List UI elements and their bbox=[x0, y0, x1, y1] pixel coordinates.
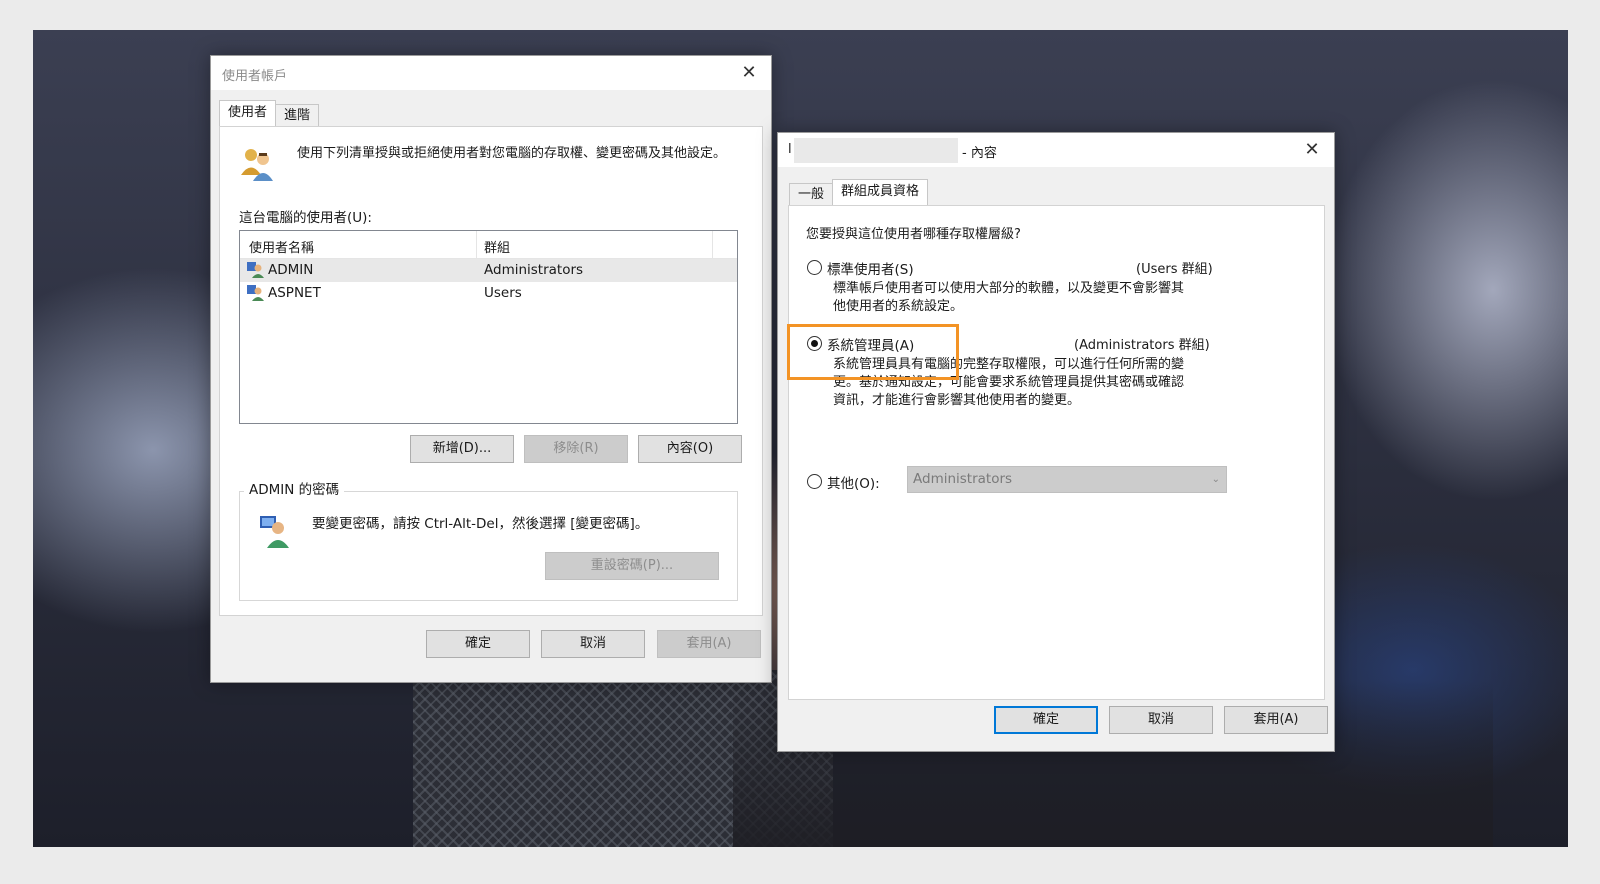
standard-user-radio[interactable] bbox=[807, 260, 822, 275]
close-icon[interactable]: ✕ bbox=[736, 61, 762, 85]
tab-users[interactable]: 使用者 bbox=[219, 100, 277, 126]
column-username[interactable]: 使用者名稱 bbox=[249, 237, 314, 256]
redacted-username bbox=[794, 138, 958, 163]
password-group-title: ADMIN 的密碼 bbox=[244, 478, 345, 498]
users-list-header: 使用者名稱 群組 bbox=[240, 231, 737, 259]
column-group[interactable]: 群組 bbox=[484, 237, 510, 256]
users-list-label: 這台電腦的使用者(U): bbox=[239, 210, 372, 226]
add-user-button[interactable]: 新增(D)... bbox=[410, 435, 514, 463]
dialog-title-suffix: - 內容 bbox=[962, 146, 997, 161]
properties-tabs: 一般 群組成員資格 bbox=[789, 179, 929, 205]
other-group-value: Administrators bbox=[913, 471, 1013, 487]
reset-password-button[interactable]: 重設密碼(P)... bbox=[545, 552, 719, 580]
user-icon bbox=[247, 262, 264, 278]
other-group-select[interactable]: Administrators ⌄ bbox=[907, 466, 1227, 493]
access-level-question: 您要授與這位使用者哪種存取權層級? bbox=[806, 227, 1021, 242]
remove-user-button[interactable]: 移除(R) bbox=[524, 435, 628, 463]
ok-button[interactable]: 確定 bbox=[994, 706, 1098, 734]
users-icon bbox=[241, 149, 273, 181]
properties-button[interactable]: 內容(O) bbox=[638, 435, 742, 463]
password-help-text: 要變更密碼，請按 Ctrl-Alt-Del，然後選擇 [變更密碼]。 bbox=[312, 516, 649, 532]
properties-titlebar: l - 內容 ✕ bbox=[778, 133, 1334, 167]
administrator-group: (Administrators 群組) bbox=[1074, 338, 1210, 353]
dialog-title-prefix: l bbox=[788, 142, 792, 157]
column-separator[interactable] bbox=[476, 231, 477, 259]
user-name: ADMIN bbox=[268, 262, 314, 278]
other-group-radio[interactable] bbox=[807, 474, 822, 489]
standard-user-group: (Users 群組) bbox=[1136, 262, 1213, 277]
user-accounts-tabs: 使用者 進階 bbox=[219, 100, 320, 126]
users-list[interactable]: 使用者名稱 群組 ADMIN Administrators ASPNET Use… bbox=[239, 230, 738, 424]
table-row[interactable]: ASPNET Users bbox=[240, 282, 737, 305]
standard-user-label[interactable]: 標準使用者(S) bbox=[827, 258, 914, 278]
intro-text: 使用下列清單授與或拒絕使用者對您電腦的存取權、變更密碼及其他設定。 bbox=[297, 146, 727, 161]
highlight-annotation bbox=[787, 324, 959, 380]
other-group-label[interactable]: 其他(O): bbox=[827, 472, 880, 492]
column-separator[interactable] bbox=[712, 231, 713, 259]
tab-group-membership[interactable]: 群組成員資格 bbox=[832, 179, 929, 205]
cancel-button[interactable]: 取消 bbox=[1109, 706, 1213, 734]
table-row[interactable]: ADMIN Administrators bbox=[240, 259, 737, 282]
administrator-desc-line3: 資訊，才能進行會影響其他使用者的變更。 bbox=[833, 393, 1081, 408]
apply-button[interactable]: 套用(A) bbox=[657, 630, 761, 658]
password-group bbox=[239, 491, 738, 601]
user-group: Administrators bbox=[484, 262, 584, 278]
user-icon bbox=[247, 285, 264, 301]
user-properties-dialog: l - 內容 ✕ 一般 群組成員資格 您要授與這位使用者哪種存取權層級? 標準使… bbox=[777, 132, 1335, 752]
users-tab-panel: 使用下列清單授與或拒絕使用者對您電腦的存取權、變更密碼及其他設定。 這台電腦的使… bbox=[219, 126, 763, 616]
apply-button[interactable]: 套用(A) bbox=[1224, 706, 1328, 734]
chevron-down-icon: ⌄ bbox=[1211, 474, 1220, 485]
user-accounts-titlebar: 使用者帳戶 ✕ bbox=[211, 56, 771, 90]
dialog-title: 使用者帳戶 bbox=[222, 69, 288, 84]
close-icon[interactable]: ✕ bbox=[1299, 138, 1325, 162]
user-password-icon bbox=[260, 516, 289, 548]
standard-user-desc-line1: 標準帳戶使用者可以使用大部分的軟體，以及變更不會影響其 bbox=[833, 281, 1185, 296]
tab-general[interactable]: 一般 bbox=[789, 183, 834, 205]
user-name: ASPNET bbox=[268, 285, 321, 301]
tab-advanced[interactable]: 進階 bbox=[275, 104, 320, 126]
group-membership-panel: 您要授與這位使用者哪種存取權層級? 標準使用者(S) (Users 群組) 標準… bbox=[788, 205, 1325, 700]
standard-user-desc-line2: 他使用者的系統設定。 bbox=[833, 299, 964, 314]
ok-button[interactable]: 確定 bbox=[426, 630, 530, 658]
user-group: Users bbox=[484, 285, 522, 301]
user-accounts-dialog: 使用者帳戶 ✕ 使用者 進階 使用下列清單授與或拒絕使用者對您電腦的存取權、變更… bbox=[210, 55, 772, 683]
cancel-button[interactable]: 取消 bbox=[541, 630, 645, 658]
